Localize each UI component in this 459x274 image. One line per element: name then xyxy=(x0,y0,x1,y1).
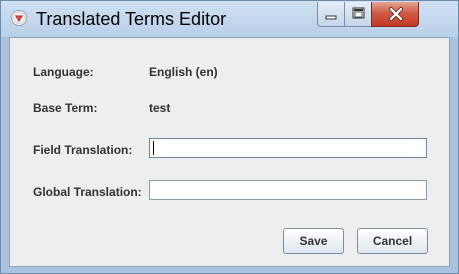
minimize-button[interactable] xyxy=(317,2,344,27)
base-term-value: test xyxy=(149,101,171,115)
cancel-button[interactable]: Cancel xyxy=(357,228,428,254)
maximize-icon xyxy=(352,7,365,19)
field-translation-label: Field Translation: xyxy=(33,143,133,157)
save-button[interactable]: Save xyxy=(283,228,344,254)
close-icon xyxy=(389,7,403,21)
title-bar[interactable]: Translated Terms Editor xyxy=(1,1,458,37)
app-logo-icon xyxy=(11,10,27,26)
dialog-window: Translated Terms Editor Language: Englis… xyxy=(0,0,459,274)
minimize-icon xyxy=(325,15,337,20)
text-caret xyxy=(153,141,154,155)
dialog-content: Language: English (en) Base Term: test F… xyxy=(9,37,450,267)
field-translation-input[interactable] xyxy=(149,138,427,158)
global-translation-input[interactable] xyxy=(149,180,427,200)
maximize-button[interactable] xyxy=(344,2,371,27)
window-title: Translated Terms Editor xyxy=(36,9,227,29)
global-translation-label: Global Translation: xyxy=(33,185,142,199)
language-value: English (en) xyxy=(149,65,218,79)
base-term-label: Base Term: xyxy=(33,101,98,115)
language-label: Language: xyxy=(33,65,94,79)
close-button[interactable] xyxy=(371,2,419,27)
